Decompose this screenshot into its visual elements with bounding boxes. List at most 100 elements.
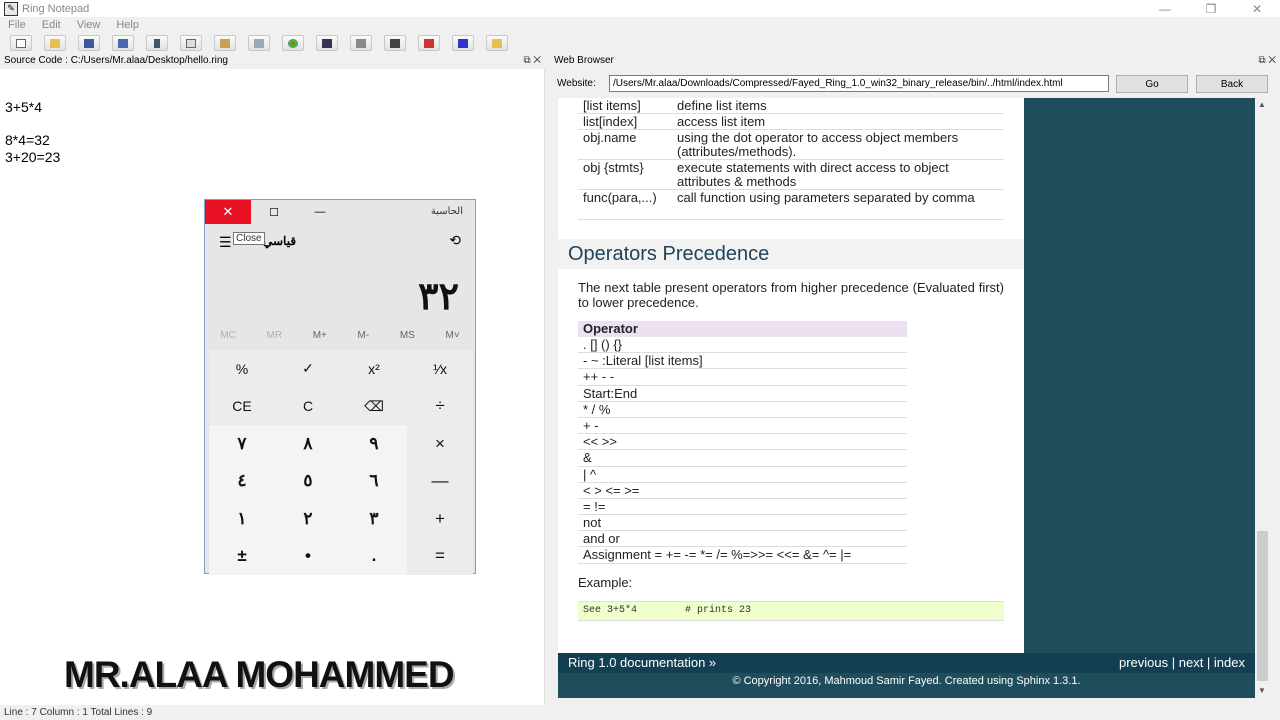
section-heading: Operators Precedence: [558, 239, 1024, 269]
menu-edit[interactable]: Edit: [34, 17, 69, 33]
calculator-titlebar: ✕ ☐ — الحاسبة: [205, 200, 475, 224]
address-bar: Website: /Users/Mr.alaa/Downloads/Compre…: [549, 71, 1280, 95]
print-icon[interactable]: [350, 35, 372, 51]
decimal-button[interactable]: .: [341, 537, 407, 575]
table-cell: call function using parameters separated…: [677, 190, 975, 205]
table-row: list[index] access list item: [578, 114, 1004, 130]
digit-2-button[interactable]: ٢: [275, 500, 341, 538]
digit-8-button[interactable]: ٨: [275, 425, 341, 463]
digit-9-button[interactable]: ٩: [341, 425, 407, 463]
pane-controls[interactable]: ⧉ ✕: [1258, 54, 1276, 68]
status-bar: Line : 7 Column : 1 Total Lines : 9: [4, 707, 153, 718]
example-code-block: See 3+5*4 # prints 23: [578, 601, 1004, 621]
memory-store-button[interactable]: MS: [400, 330, 415, 341]
scroll-thumb[interactable]: [1257, 531, 1268, 681]
color-icon[interactable]: [282, 35, 304, 51]
open-folder-icon[interactable]: [44, 35, 66, 51]
go-button[interactable]: Go: [1116, 75, 1188, 93]
negate-button[interactable]: ±: [209, 537, 275, 575]
paste-icon[interactable]: [214, 35, 236, 51]
example-label: Example:: [578, 575, 633, 590]
memory-recall-button[interactable]: MR: [267, 330, 283, 341]
vertical-scrollbar[interactable]: ▲ ▼: [1255, 98, 1270, 698]
table-cell: [list items]: [583, 98, 641, 113]
calculator-minimize-button[interactable]: —: [297, 200, 343, 224]
table-row: << >>: [578, 434, 907, 451]
code-line: 3+20=23: [5, 149, 61, 165]
hamburger-menu-icon[interactable]: ☰: [219, 234, 232, 251]
scroll-down-icon[interactable]: ▼: [1258, 686, 1266, 695]
section-paragraph: The next table present operators from hi…: [578, 280, 1004, 310]
square-button[interactable]: x²: [341, 350, 407, 388]
run-gui-icon[interactable]: [452, 35, 474, 51]
open-folder-icon[interactable]: [486, 35, 508, 51]
back-button[interactable]: Back: [1196, 75, 1268, 93]
backspace-button[interactable]: ⌫: [341, 387, 407, 425]
calculator-maximize-button[interactable]: ☐: [251, 200, 297, 224]
table-row: Start:End: [578, 386, 907, 402]
browser-viewport: [list items] define list items list[inde…: [558, 98, 1255, 698]
square-root-button[interactable]: ✓: [275, 350, 341, 388]
digit-4-button[interactable]: ٤: [209, 462, 275, 500]
font-icon[interactable]: [248, 35, 270, 51]
operators-table: [list items] define list items list[inde…: [578, 98, 1004, 220]
table-cell: obj.name: [583, 130, 637, 145]
scroll-up-icon[interactable]: ▲: [1258, 100, 1266, 109]
pane-controls[interactable]: ⧉ ✕: [523, 54, 541, 68]
menu-view[interactable]: View: [69, 17, 109, 33]
percent-button[interactable]: %: [209, 350, 275, 388]
subtract-button[interactable]: —: [407, 462, 473, 500]
calculator-title: الحاسبة: [430, 206, 463, 217]
doc-home-link[interactable]: Ring 1.0 documentation »: [568, 655, 716, 670]
reciprocal-button[interactable]: ¹⁄x: [407, 350, 473, 388]
menu-file[interactable]: File: [0, 17, 34, 33]
calculator-display: ٣٢: [418, 276, 459, 318]
multiply-button[interactable]: ×: [407, 425, 473, 463]
table-row: &: [578, 450, 907, 467]
table-cell: func(para,...): [583, 190, 657, 205]
minimize-button[interactable]: —: [1142, 0, 1188, 17]
divide-button[interactable]: ÷: [407, 387, 473, 425]
digit-7-button[interactable]: ٧: [209, 425, 275, 463]
save-as-icon[interactable]: [112, 35, 134, 51]
memory-clear-button[interactable]: MC: [220, 330, 236, 341]
prev-next-index-links[interactable]: previous | next | index: [1119, 655, 1245, 670]
equals-button[interactable]: =: [407, 537, 473, 575]
digit-5-button[interactable]: ٥: [275, 462, 341, 500]
page-footer: © Copyright 2016, Mahmoud Samir Fayed. C…: [732, 675, 1081, 687]
digit-1-button[interactable]: ١: [209, 500, 275, 538]
digit-0-button[interactable]: •: [275, 537, 341, 575]
new-file-icon[interactable]: [10, 35, 32, 51]
calculator-mode-label: قياسي: [263, 234, 297, 248]
close-tooltip: Close: [233, 232, 265, 245]
clear-button[interactable]: C: [275, 387, 341, 425]
table-row: obj {stmts} execute statements with dire…: [578, 160, 1004, 190]
precedence-table: Operator . [] () {} - ~ :Literal [list i…: [578, 321, 907, 564]
digit-6-button[interactable]: ٦: [341, 462, 407, 500]
source-code-path: Source Code : C:/Users/Mr.alaa/Desktop/h…: [4, 55, 228, 66]
memory-add-button[interactable]: M+: [313, 330, 327, 341]
calculator-close-button[interactable]: ✕: [205, 200, 251, 224]
website-label: Website:: [557, 78, 596, 89]
table-cell: list[index]: [583, 114, 638, 129]
menu-help[interactable]: Help: [108, 17, 147, 33]
clear-entry-button[interactable]: CE: [209, 387, 275, 425]
history-icon[interactable]: ⟲: [449, 232, 461, 249]
close-button[interactable]: ✕: [1234, 0, 1280, 17]
save-icon[interactable]: [78, 35, 100, 51]
table-row: obj.name using the dot operator to acces…: [578, 130, 1004, 160]
run-icon[interactable]: [418, 35, 440, 51]
toolbar: [0, 33, 1280, 53]
url-input[interactable]: /Users/Mr.alaa/Downloads/Compressed/Faye…: [609, 75, 1109, 92]
digit-3-button[interactable]: ٣: [341, 500, 407, 538]
table-row: and or: [578, 531, 907, 548]
cut-icon[interactable]: [146, 35, 168, 51]
add-button[interactable]: +: [407, 500, 473, 538]
copy-icon[interactable]: [180, 35, 202, 51]
restore-button[interactable]: ❐: [1188, 0, 1234, 17]
memory-subtract-button[interactable]: M-: [358, 330, 370, 341]
debug-icon[interactable]: [384, 35, 406, 51]
memory-list-button[interactable]: M˅: [445, 330, 459, 341]
tab-icon[interactable]: [316, 35, 338, 51]
table-row: not: [578, 515, 907, 532]
